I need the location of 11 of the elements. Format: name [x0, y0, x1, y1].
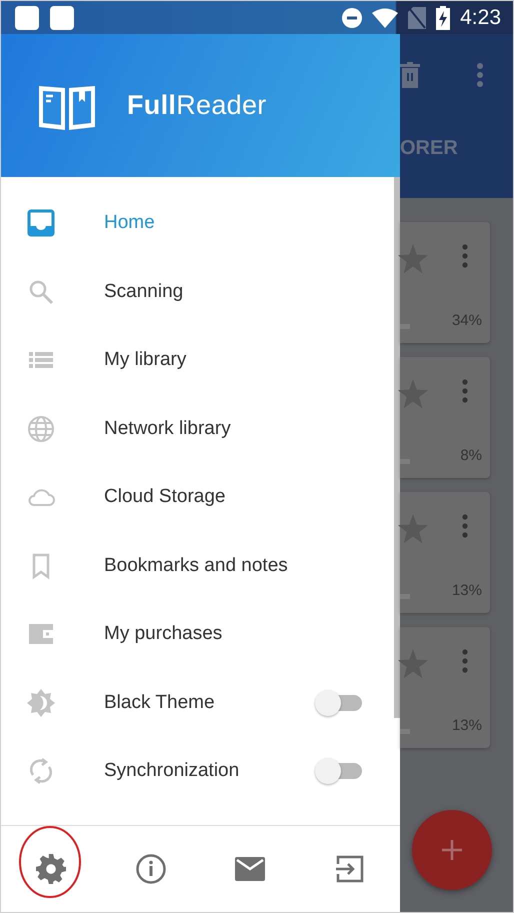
menu-label: Network library: [104, 418, 232, 440]
menu-label: Scanning: [104, 280, 184, 303]
menu-label: Cloud Storage: [104, 486, 226, 508]
menu-label: Black Theme: [104, 692, 216, 714]
menu-label: Home: [104, 212, 156, 234]
menu-label: Synchronization: [104, 760, 240, 782]
menu-label: My purchases: [104, 623, 224, 646]
menu-label: Bookmarks and notes: [104, 554, 289, 577]
clock-time: 4:23: [460, 6, 501, 30]
menu-label: My library: [104, 349, 188, 372]
app-name: FullReader: [127, 90, 267, 121]
